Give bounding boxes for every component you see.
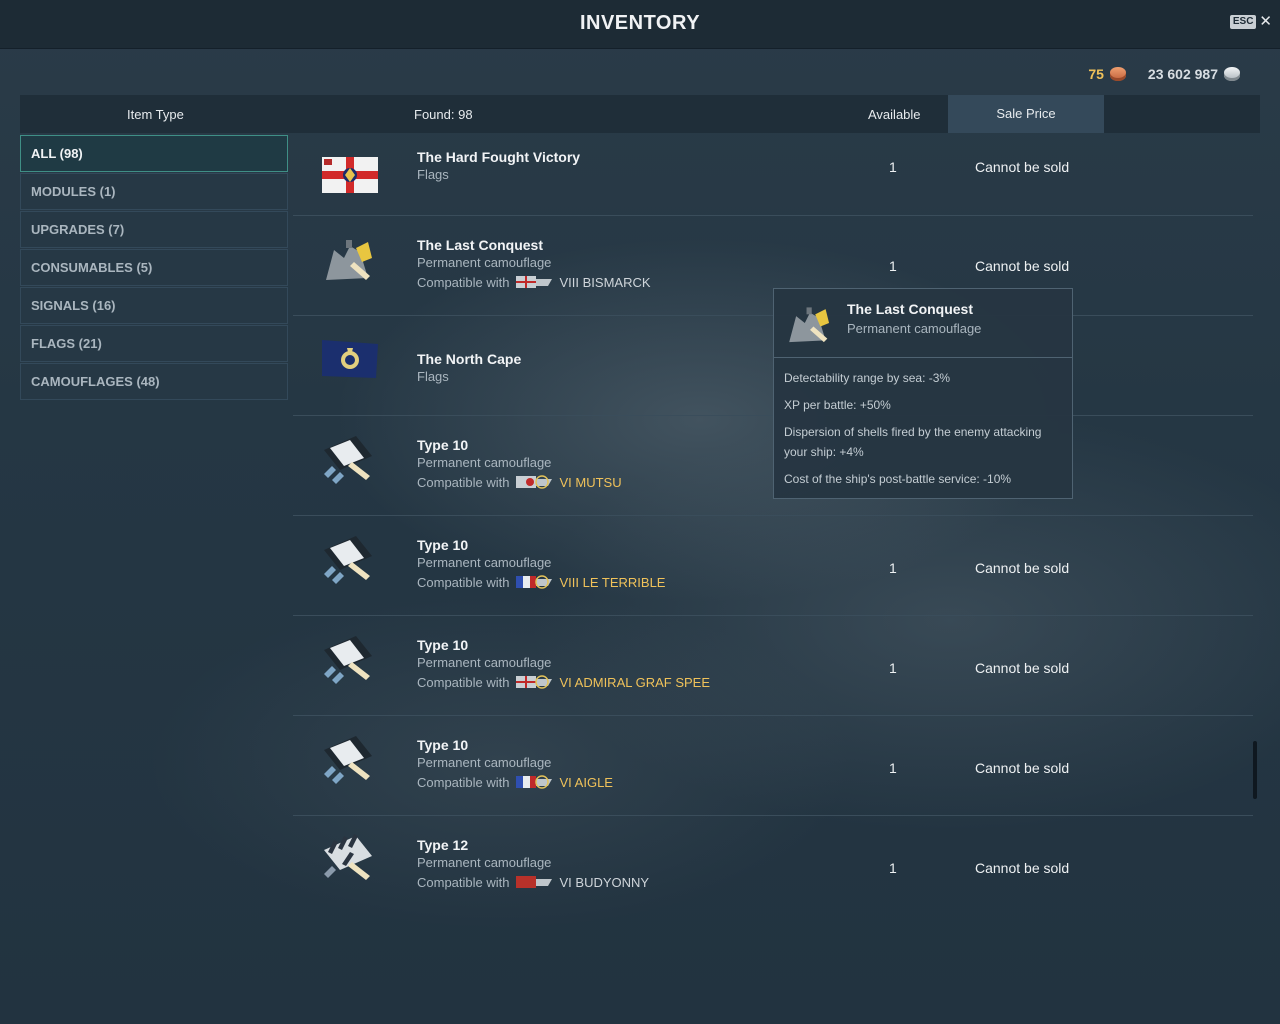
compatibility-info: Compatible with VI BUDYONNY: [417, 874, 649, 890]
header-found: Found: 98: [414, 107, 473, 122]
tooltip-title: The Last Conquest: [847, 301, 974, 317]
compatible-label: Compatible with: [417, 274, 510, 290]
close-icon[interactable]: ✕: [1259, 14, 1272, 29]
france-nation-flag-icon: [515, 775, 552, 789]
item-name: Type 10: [417, 437, 469, 453]
tooltip-bonus: XP per battle: +50%: [784, 398, 891, 412]
item-type-filters: ALL (98) MODULES (1) UPGRADES (7) CONSUM…: [20, 135, 288, 401]
item-type: Flags: [417, 369, 449, 384]
currency-display: 75 23 602 987: [1088, 66, 1240, 82]
compatible-label: Compatible with: [417, 874, 510, 890]
item-type: Permanent camouflage: [417, 855, 552, 870]
item-tooltip: The Last Conquest Permanent camouflage D…: [773, 288, 1073, 499]
camo-type-10-icon: [324, 636, 372, 684]
tooltip-bonus: Detectability range by sea: -3%: [784, 371, 951, 385]
scrollbar-thumb[interactable]: [1253, 741, 1257, 799]
item-type: Permanent camouflage: [417, 555, 552, 570]
ship-name: VI AIGLE: [559, 774, 613, 790]
camo-last-conquest-icon: [789, 307, 830, 343]
table-header: Item Type Found: 98 Available Sale Price: [20, 95, 1260, 133]
item-type: Flags: [417, 167, 449, 182]
filter-modules[interactable]: MODULES (1): [20, 173, 288, 210]
compatibility-info: Compatible with VI AIGLE: [417, 774, 613, 790]
item-type: Permanent camouflage: [417, 755, 552, 770]
header-sale-price[interactable]: Sale Price: [948, 95, 1104, 133]
compatible-label: Compatible with: [417, 674, 510, 690]
doubloons-icon: [1109, 67, 1126, 81]
close-button[interactable]: ESC ✕: [1229, 14, 1272, 29]
item-name: The Last Conquest: [417, 237, 544, 253]
item-name: Type 10: [417, 737, 469, 753]
list-item[interactable]: Type 10 Permanent camouflage Compatible …: [293, 516, 1253, 616]
item-available: 1: [889, 560, 897, 576]
filter-flags[interactable]: FLAGS (21): [20, 325, 288, 362]
item-type: Permanent camouflage: [417, 255, 552, 270]
item-available: 1: [889, 660, 897, 676]
item-type: Permanent camouflage: [417, 655, 552, 670]
item-price: Cannot be sold: [975, 159, 1070, 175]
item-price: Cannot be sold: [975, 560, 1070, 576]
compatible-label: Compatible with: [417, 774, 510, 790]
filter-upgrades[interactable]: UPGRADES (7): [20, 211, 288, 248]
compatible-label: Compatible with: [417, 474, 510, 490]
japan-nation-flag-icon: [515, 475, 552, 489]
filter-all[interactable]: ALL (98): [20, 135, 288, 172]
compatibility-info: Compatible with VIII BISMARCK: [417, 274, 651, 290]
item-price: Cannot be sold: [975, 660, 1070, 676]
list-item[interactable]: Type 12 Permanent camouflage Compatible …: [293, 816, 1253, 916]
compatibility-info: Compatible with VIII LE TERRIBLE: [417, 574, 665, 590]
item-name: Type 10: [417, 637, 469, 653]
item-price: Cannot be sold: [975, 760, 1070, 776]
esc-key-label[interactable]: ESC: [1229, 15, 1257, 29]
list-item[interactable]: Type 10 Permanent camouflage Compatible …: [293, 616, 1253, 716]
doubloons-amount: 75: [1088, 66, 1104, 82]
germany-nation-flag-icon: [515, 675, 552, 689]
ussr-nation-flag-icon: [515, 876, 552, 888]
flag-north-cape-icon: [322, 340, 378, 378]
camo-type-10-icon: [324, 736, 372, 784]
item-type: Permanent camouflage: [417, 455, 552, 470]
top-bar: INVENTORY ESC ✕: [0, 0, 1280, 49]
header-item-type[interactable]: Item Type: [127, 107, 184, 122]
compatibility-info: Compatible with VI ADMIRAL GRAF SPEE: [417, 674, 710, 690]
france-nation-flag-icon: [515, 575, 552, 589]
ship-name: VIII LE TERRIBLE: [559, 574, 666, 590]
camo-type-10-icon: [324, 436, 372, 484]
compatibility-info: Compatible with VI MUTSU: [417, 474, 622, 490]
credits-amount: 23 602 987: [1147, 66, 1218, 82]
item-name: The North Cape: [417, 351, 522, 367]
item-available: 1: [889, 258, 897, 274]
filter-camouflages[interactable]: CAMOUFLAGES (48): [20, 363, 288, 400]
ship-name: VIII BISMARCK: [559, 274, 651, 290]
ship-name: VI BUDYONNY: [559, 874, 650, 890]
item-list: The Hard Fought Victory Flags 1 Cannot b…: [293, 133, 1253, 916]
filter-signals[interactable]: SIGNALS (16): [20, 287, 288, 324]
item-price: Cannot be sold: [975, 258, 1070, 274]
germany-nation-flag-icon: [515, 276, 552, 288]
item-available: 1: [889, 860, 897, 876]
ship-name: VI MUTSU: [559, 474, 622, 490]
item-name: Type 10: [417, 537, 469, 553]
tooltip-bonus: Cost of the ship's post-battle service: …: [784, 472, 1012, 486]
ship-name: VI ADMIRAL GRAF SPEE: [559, 674, 711, 690]
item-name: Type 12: [417, 837, 469, 853]
list-item[interactable]: Type 10 Permanent camouflage Compatible …: [293, 716, 1253, 816]
filter-consumables[interactable]: CONSUMABLES (5): [20, 249, 288, 286]
compatible-label: Compatible with: [417, 574, 510, 590]
camo-last-conquest-icon: [326, 240, 372, 280]
item-available: 1: [889, 159, 897, 175]
header-available[interactable]: Available: [868, 107, 921, 122]
camo-type-12-icon: [324, 834, 372, 880]
credits-icon: [1224, 67, 1240, 81]
list-item[interactable]: The Hard Fought Victory Flags 1 Cannot b…: [293, 133, 1253, 216]
tooltip-header: The Last Conquest Permanent camouflage: [774, 289, 1072, 358]
window-title: INVENTORY: [579, 12, 701, 34]
item-available: 1: [889, 760, 897, 776]
flag-hard-fought-victory-icon: [322, 157, 378, 193]
camo-type-10-icon: [324, 536, 372, 584]
tooltip-bonus: Dispersion of shells fired by the enemy …: [784, 425, 1042, 459]
item-price: Cannot be sold: [975, 860, 1070, 876]
tooltip-subtitle: Permanent camouflage: [847, 321, 982, 336]
item-name: The Hard Fought Victory: [417, 149, 581, 165]
